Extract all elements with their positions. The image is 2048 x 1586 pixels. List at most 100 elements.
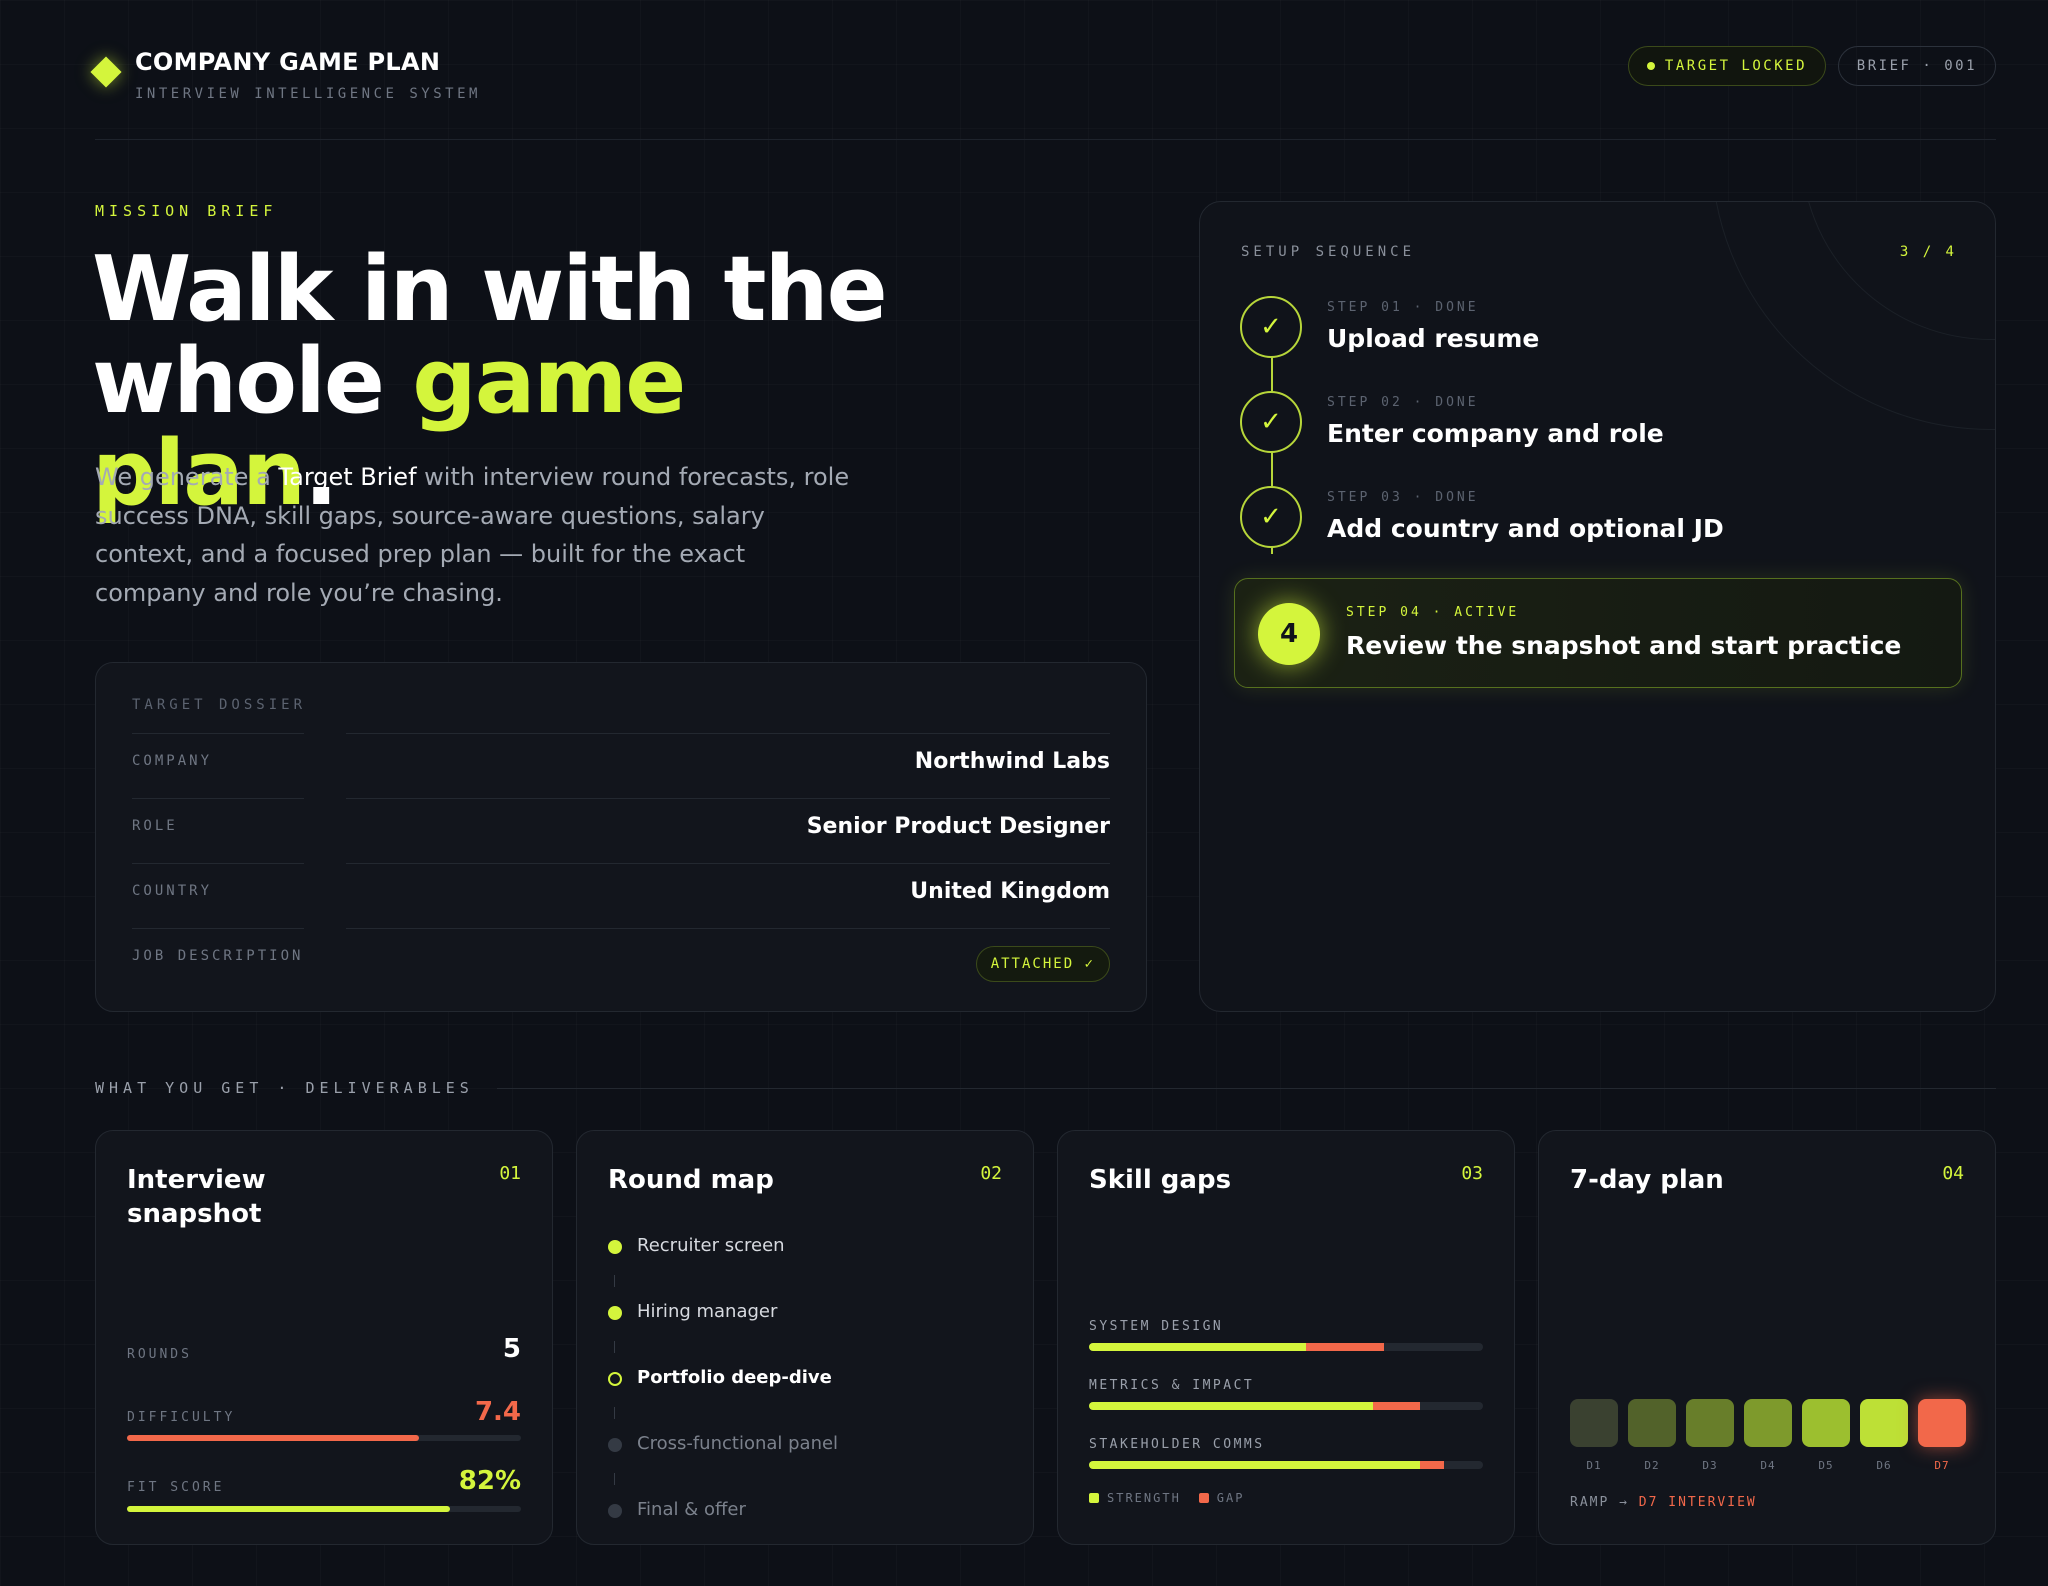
step-meta: STEP 02 · DONE xyxy=(1327,395,1479,410)
legend-strength: STRENGTH xyxy=(1107,1491,1181,1505)
day-label: D4 xyxy=(1760,1459,1776,1472)
hero-description: We generate a Target Brief with intervie… xyxy=(95,458,855,612)
gap-segment xyxy=(1419,1461,1444,1469)
rounds-label: ROUNDS xyxy=(127,1347,192,1362)
step-title: Enter company and role xyxy=(1327,419,1664,448)
day-label: D5 xyxy=(1818,1459,1834,1472)
round-label: Recruiter screen xyxy=(637,1235,785,1256)
plan-day[interactable]: D1 xyxy=(1570,1399,1618,1472)
done-round-icon xyxy=(608,1306,622,1320)
row-divider xyxy=(346,733,1110,734)
day-block xyxy=(1686,1399,1734,1447)
dossier-key: COUNTRY xyxy=(132,883,213,899)
round-connector xyxy=(614,1275,615,1287)
gap-swatch xyxy=(1198,1493,1209,1503)
lede-text-pre: We generate a xyxy=(95,463,279,491)
day-block xyxy=(1918,1399,1966,1447)
plan-day[interactable]: D3 xyxy=(1686,1399,1734,1472)
rounds-stat: ROUNDS 5 xyxy=(127,1334,521,1374)
skill-row: STAKEHOLDER COMMS xyxy=(1089,1437,1483,1483)
skill-label: SYSTEM DESIGN xyxy=(1089,1319,1224,1334)
brand-title: COMPANY GAME PLAN xyxy=(135,48,441,76)
setup-step-1[interactable]: ✓ STEP 01 · DONE Upload resume xyxy=(1240,296,1965,366)
difficulty-label: DIFFICULTY xyxy=(127,1410,236,1425)
card-title: 7-day plan xyxy=(1570,1165,1724,1195)
day-block xyxy=(1570,1399,1618,1447)
card-interview-snapshot[interactable]: Interview snapshot 01 ROUNDS 5 DIFFICULT… xyxy=(95,1130,553,1545)
round-label: Cross-functional panel xyxy=(637,1433,839,1454)
dossier-value[interactable]: Northwind Labs xyxy=(915,749,1110,774)
dossier-key: JOB DESCRIPTION xyxy=(132,948,304,964)
fit-score-stat: FIT SCORE 82% xyxy=(127,1466,521,1516)
jd-attached-badge[interactable]: ATTACHED ✓ xyxy=(975,946,1110,982)
day-label: D7 xyxy=(1934,1459,1950,1472)
dossier-value[interactable]: Senior Product Designer xyxy=(807,814,1110,839)
skill-bar xyxy=(1089,1402,1483,1410)
card-skill-gaps[interactable]: Skill gaps 03 SYSTEM DESIGN METRICS & IMP… xyxy=(1057,1130,1515,1545)
card-number: 01 xyxy=(499,1163,521,1184)
plan-day[interactable]: D4 xyxy=(1744,1399,1792,1472)
target-locked-badge[interactable]: TARGET LOCKED xyxy=(1627,46,1826,86)
dossier-label: TARGET DOSSIER xyxy=(132,697,307,713)
card-7-day-plan[interactable]: 7-day plan 04 D1 D2 D3 D4 D5 D6 D7 RAMP → D7 I… xyxy=(1538,1130,1996,1545)
brief-id-badge[interactable]: BRIEF · 001 xyxy=(1837,46,1996,86)
dossier-key: COMPANY xyxy=(132,753,213,769)
difficulty-value: 7.4 xyxy=(474,1397,521,1427)
card-number: 02 xyxy=(980,1163,1002,1184)
card-round-map[interactable]: Round map 02 Recruiter screen Hiring mana… xyxy=(576,1130,1034,1545)
row-divider xyxy=(346,798,1110,799)
skill-label: METRICS & IMPACT xyxy=(1089,1378,1255,1393)
day-label: D6 xyxy=(1876,1459,1892,1472)
strength-swatch xyxy=(1089,1493,1099,1503)
fit-score-label: FIT SCORE xyxy=(127,1480,225,1495)
setup-step-3[interactable]: ✓ STEP 03 · DONE Add country and optiona… xyxy=(1240,486,1965,556)
difficulty-bar xyxy=(127,1435,521,1441)
step-title: Review the snapshot and start practice xyxy=(1346,631,1902,660)
gap-segment xyxy=(1372,1402,1420,1410)
difficulty-bar-fill xyxy=(127,1435,419,1441)
setup-sequence-label: SETUP SEQUENCE xyxy=(1241,244,1416,260)
day-label: D1 xyxy=(1586,1459,1602,1472)
done-round-icon xyxy=(608,1240,622,1254)
difficulty-stat: DIFFICULTY 7.4 xyxy=(127,1397,521,1447)
strength-segment xyxy=(1089,1343,1306,1351)
dossier-row-country: COUNTRY United Kingdom xyxy=(132,863,1110,928)
target-dossier-panel: TARGET DOSSIER COMPANY Northwind Labs RO… xyxy=(95,662,1147,1012)
dossier-key: ROLE xyxy=(132,818,178,834)
setup-sequence-panel: SETUP SEQUENCE 3 / 4 ✓ STEP 01 · DONE Up… xyxy=(1199,201,1996,1012)
gap-segment xyxy=(1305,1343,1385,1351)
dossier-value[interactable]: United Kingdom xyxy=(910,879,1110,904)
ramp-caption: RAMP → D7 INTERVIEW xyxy=(1570,1495,1757,1510)
plan-day[interactable]: D2 xyxy=(1628,1399,1676,1472)
plan-day[interactable]: D5 xyxy=(1802,1399,1850,1472)
fit-score-bar-fill xyxy=(127,1506,451,1512)
day-block xyxy=(1860,1399,1908,1447)
setup-step-2[interactable]: ✓ STEP 02 · DONE Enter company and role xyxy=(1240,391,1965,461)
upcoming-round-icon xyxy=(608,1438,622,1452)
rounds-value: 5 xyxy=(502,1334,521,1364)
deliverables-heading: WHAT YOU GET · DELIVERABLES xyxy=(95,1079,474,1097)
brand-subtitle: INTERVIEW INTELLIGENCE SYSTEM xyxy=(135,86,481,102)
check-icon: ✓ xyxy=(1240,391,1302,453)
row-divider xyxy=(346,863,1110,864)
setup-progress-count: 3 / 4 xyxy=(1899,244,1957,260)
legend-gap: GAP xyxy=(1216,1491,1245,1505)
row-divider xyxy=(132,733,304,734)
mission-brief-eyebrow: MISSION BRIEF xyxy=(95,202,278,220)
row-divider xyxy=(132,863,304,864)
step-meta: STEP 01 · DONE xyxy=(1327,300,1479,315)
step-title: Upload resume xyxy=(1327,324,1540,353)
round-connector xyxy=(614,1473,615,1485)
plan-day[interactable]: D7 xyxy=(1918,1399,1966,1472)
round-label: Final & offer xyxy=(637,1499,746,1520)
row-divider xyxy=(132,928,304,929)
step-title: Add country and optional JD xyxy=(1327,514,1724,543)
card-title: Skill gaps xyxy=(1089,1165,1232,1195)
plan-day[interactable]: D6 xyxy=(1860,1399,1908,1472)
brief-id-label: BRIEF · 001 xyxy=(1856,58,1977,74)
dossier-row-role: ROLE Senior Product Designer xyxy=(132,798,1110,863)
day-ramp: D1 D2 D3 D4 D5 D6 D7 xyxy=(1570,1399,1966,1472)
setup-step-4-active[interactable]: 4 STEP 04 · ACTIVE Review the snapshot a… xyxy=(1234,578,1962,688)
check-icon: ✓ xyxy=(1240,486,1302,548)
row-divider xyxy=(132,798,304,799)
